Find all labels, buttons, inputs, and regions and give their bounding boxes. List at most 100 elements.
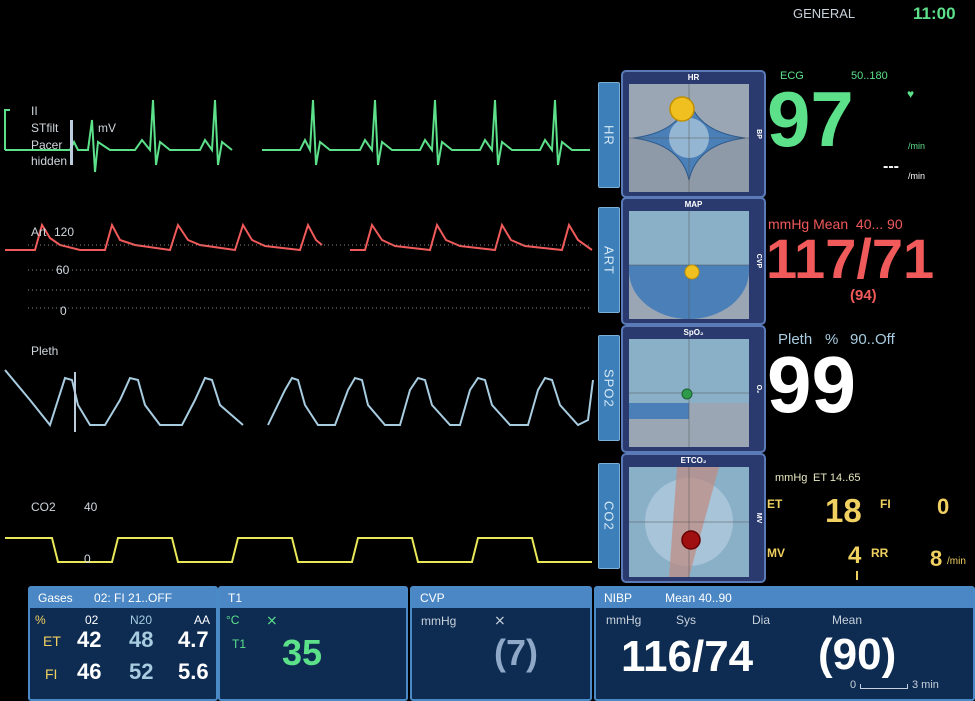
art-scale-low: 0 <box>60 304 67 318</box>
temp-panel[interactable]: T1 °C ⨯ T1 35 <box>218 586 408 701</box>
nibp-scale-start: 0 <box>850 679 857 691</box>
gases-fi-label: FI <box>45 666 58 682</box>
nibp-sys-label: Sys <box>676 613 697 627</box>
co2-scale-high: 40 <box>84 500 98 514</box>
heart-icon: ♥ <box>907 87 915 101</box>
nibp-scale-end: 3 min <box>912 679 939 691</box>
hr-limits: 50..180 <box>851 70 888 82</box>
gauge-title: SpO₂ <box>683 328 704 337</box>
ecg-scale-bar <box>70 120 73 165</box>
art-mean: (94) <box>850 287 877 304</box>
gases-panel[interactable]: Gases 02: FI 21..OFF % 02 N20 AA ET 42 4… <box>28 586 218 701</box>
tab-hr[interactable]: HR <box>598 82 620 188</box>
art-value[interactable]: 117/71 <box>766 229 934 289</box>
gases-col-pct: % <box>35 613 46 627</box>
gases-et-n2o: 48 <box>129 627 154 652</box>
art-scale-mid: 60 <box>56 263 70 277</box>
profile-label: GENERAL <box>793 6 856 21</box>
co2-et-limits: ET 14..65 <box>813 472 861 484</box>
nibp-title: NIBP <box>604 591 632 605</box>
ecg-filter-label: STfilt <box>31 121 59 135</box>
clock: 11:00 <box>913 4 956 23</box>
co2-mv-value[interactable]: 4 <box>848 542 861 570</box>
hr-unit: /min <box>908 141 926 151</box>
spo2-limits: 90..Off <box>850 331 895 348</box>
temp-title: T1 <box>228 591 243 605</box>
ecg-unit-label: mV <box>98 121 116 135</box>
tab-art[interactable]: ART <box>598 207 620 313</box>
map-cvp-gauge[interactable]: MAP CVP <box>621 197 766 325</box>
cvp-title: CVP <box>420 591 445 605</box>
co2-fi-value[interactable]: 0 <box>937 494 949 520</box>
gases-o2-alarm: 02: FI 21..OFF <box>94 591 173 605</box>
co2-label: CO2 <box>31 500 56 514</box>
gauge-side-label: MV <box>755 512 762 524</box>
hr-value[interactable]: 97 <box>767 80 854 158</box>
cvp-title-bar: CVP <box>412 588 590 608</box>
gases-fi-o2: 46 <box>77 659 102 684</box>
temp-title-bar: T1 <box>220 588 406 608</box>
gauge-title: HR <box>687 73 700 82</box>
cvp-unit: mmHg <box>421 614 457 628</box>
mv-tick <box>856 571 858 580</box>
co2-et-value[interactable]: 18 <box>825 492 862 530</box>
hr-gauge-graphic <box>629 84 749 192</box>
nibp-panel[interactable]: NIBP Mean 40..90 mmHg Sys Dia Mean 116/7… <box>594 586 975 701</box>
tab-spo2[interactable]: SPO2 <box>598 335 620 441</box>
gases-et-label: ET <box>43 633 61 649</box>
pleth-label: Pleth <box>31 344 59 358</box>
temp-unit: °C <box>226 613 240 627</box>
ecg-pacer-state: hidden <box>31 154 68 168</box>
co2-mv-label: MV <box>767 546 785 560</box>
nibp-unit: mmHg <box>606 613 642 627</box>
co2-fi-label: FI <box>880 497 891 511</box>
cvp-panel[interactable]: CVP mmHg ⨯ (7) <box>410 586 592 701</box>
co2-rr-value[interactable]: 8 <box>930 546 942 572</box>
nibp-dia-label: Dia <box>752 613 771 627</box>
etco2-mv-gauge[interactable]: ETCO₂ MV <box>621 453 766 583</box>
ecg-lead-label: II <box>31 104 38 118</box>
alarm-off-icon: ⨯ <box>494 612 506 628</box>
gauge-side-label: BP <box>755 129 762 139</box>
nibp-title-bar: NIBP Mean 40..90 <box>596 588 973 608</box>
art-waveform <box>5 222 593 252</box>
co2-rr-unit: /min <box>947 556 966 567</box>
nibp-time-scale <box>860 684 908 689</box>
hr-bp-gauge[interactable]: HR BP <box>621 70 766 198</box>
spo2-o2-gauge[interactable]: SpO₂ O₂ <box>621 325 766 453</box>
temp-value[interactable]: 35 <box>282 632 322 674</box>
co2-et-label: ET <box>767 497 783 511</box>
pleth-waveform <box>4 369 594 428</box>
gases-col-n2o: N20 <box>130 613 153 627</box>
nibp-mean-label: Mean <box>832 613 863 627</box>
gauge-side-label: CVP <box>755 253 762 269</box>
pace-value: --- <box>883 158 899 175</box>
gases-col-o2: 02 <box>85 613 99 627</box>
ecg-pacer-label: Pacer <box>31 138 63 152</box>
temp-label: T1 <box>232 637 247 651</box>
gases-title: Gases <box>38 591 73 605</box>
gauge-title: ETCO₂ <box>680 456 707 465</box>
pace-unit: /min <box>908 171 926 181</box>
tab-co2[interactable]: CO2 <box>598 463 620 569</box>
etco2-gauge-graphic <box>629 467 749 577</box>
nibp-mean[interactable]: (90) <box>818 630 896 680</box>
cvp-value[interactable]: (7) <box>494 632 538 674</box>
gases-col-aa: AA <box>194 613 211 627</box>
gases-title-bar: Gases 02: FI 21..OFF <box>30 588 216 608</box>
co2-unit: mmHg <box>775 472 808 484</box>
spo2-gauge-graphic <box>629 339 749 447</box>
ecg-waveform <box>4 99 590 173</box>
co2-rr-label: RR <box>871 546 889 560</box>
gauge-title: MAP <box>684 200 703 209</box>
alarm-off-icon: ⨯ <box>266 612 278 628</box>
art-label: Art <box>31 225 47 239</box>
gases-fi-aa: 5.6 <box>178 659 209 684</box>
art-scale-high: 120 <box>54 225 75 239</box>
spo2-value[interactable]: 99 <box>767 343 856 427</box>
co2-scale-low: 0 <box>84 552 91 566</box>
gases-et-o2: 42 <box>77 627 102 652</box>
co2-waveform <box>5 537 592 563</box>
nibp-value[interactable]: 116/74 <box>621 632 753 682</box>
map-gauge-graphic <box>629 211 749 319</box>
